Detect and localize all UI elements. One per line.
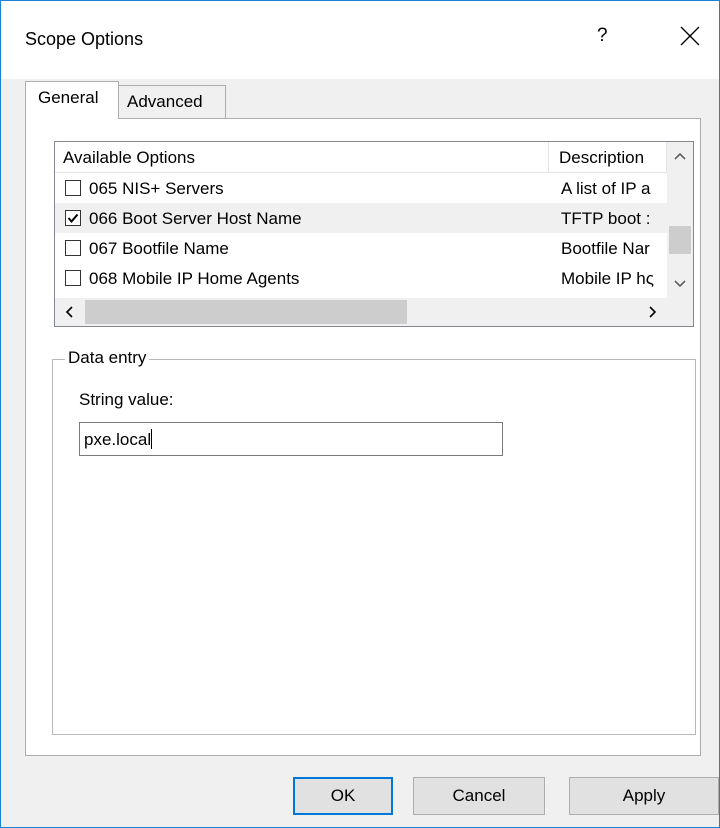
- vertical-scrollbar[interactable]: [667, 142, 693, 298]
- list-item[interactable]: 065 NIS+ Servers A list of IP a: [55, 173, 667, 203]
- title-bar: Scope Options ?: [1, 1, 719, 79]
- list-item[interactable]: 068 Mobile IP Home Agents Mobile IP hς: [55, 263, 667, 293]
- checkmark-icon: [67, 213, 79, 224]
- string-value-input[interactable]: pxe.local: [79, 422, 503, 456]
- option-description: Bootfile Nar: [561, 239, 650, 258]
- option-checkbox[interactable]: [65, 240, 81, 256]
- close-button[interactable]: [675, 21, 705, 51]
- chevron-left-icon: [65, 306, 73, 318]
- data-entry-legend: Data entry: [65, 348, 150, 368]
- horizontal-scroll-thumb[interactable]: [85, 300, 407, 324]
- column-header-options[interactable]: Available Options: [55, 142, 549, 173]
- column-header-description[interactable]: Description: [549, 142, 667, 173]
- cancel-button[interactable]: Cancel: [413, 777, 545, 815]
- options-list[interactable]: Available Options Description 065 NIS+ S…: [54, 141, 694, 327]
- list-item[interactable]: 066 Boot Server Host Name TFTP boot :: [55, 203, 667, 233]
- dialog-title: Scope Options: [25, 29, 144, 49]
- chevron-up-icon: [674, 152, 686, 160]
- data-entry-group: Data entry String value: pxe.local: [52, 348, 696, 735]
- ok-button[interactable]: OK: [293, 777, 393, 815]
- horizontal-scrollbar[interactable]: [55, 298, 667, 326]
- option-description: TFTP boot :: [561, 209, 651, 228]
- tab-general[interactable]: General: [25, 81, 119, 119]
- chevron-down-icon: [674, 280, 686, 288]
- option-name: 068 Mobile IP Home Agents: [89, 269, 300, 288]
- tab-advanced[interactable]: Advanced: [118, 85, 226, 119]
- option-description: Mobile IP hς: [561, 269, 654, 288]
- list-header: Available Options Description: [55, 142, 693, 173]
- vertical-scroll-thumb[interactable]: [669, 226, 691, 254]
- scope-options-dialog: Scope Options ? General Advanced Availab…: [0, 0, 720, 828]
- scroll-down-button[interactable]: [667, 270, 693, 298]
- close-icon: [680, 26, 700, 46]
- option-checkbox[interactable]: [65, 270, 81, 286]
- string-value-label: String value:: [79, 390, 174, 409]
- text-caret: [151, 429, 153, 449]
- option-name: 065 NIS+ Servers: [89, 179, 224, 198]
- scroll-right-button[interactable]: [639, 298, 667, 326]
- chevron-right-icon: [649, 306, 657, 318]
- help-button[interactable]: ?: [597, 25, 608, 47]
- option-checkbox[interactable]: [65, 210, 81, 226]
- option-checkbox[interactable]: [65, 180, 81, 196]
- scroll-up-button[interactable]: [667, 142, 693, 170]
- string-value-text: pxe.local: [84, 430, 152, 449]
- option-name: 066 Boot Server Host Name: [89, 209, 302, 228]
- scroll-left-button[interactable]: [55, 298, 83, 326]
- option-description: A list of IP a: [561, 179, 651, 198]
- scrollbar-corner: [667, 298, 693, 326]
- apply-button[interactable]: Apply: [569, 777, 719, 815]
- general-tab-panel: Available Options Description 065 NIS+ S…: [25, 118, 701, 756]
- list-item[interactable]: 067 Bootfile Name Bootfile Nar: [55, 233, 667, 263]
- option-name: 067 Bootfile Name: [89, 239, 229, 258]
